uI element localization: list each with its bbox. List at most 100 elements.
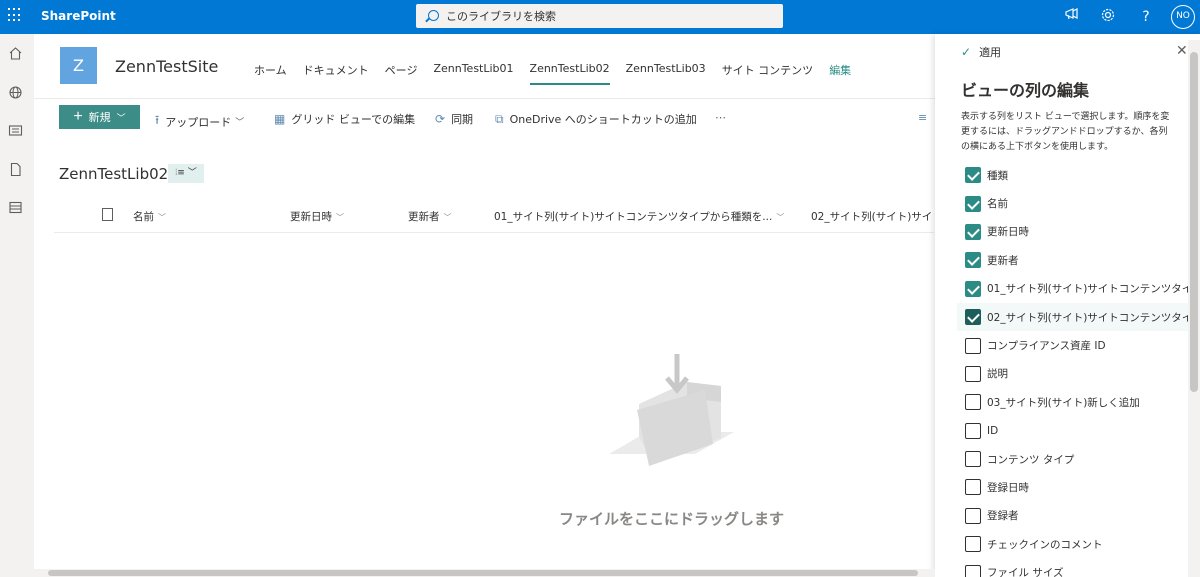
globe-icon[interactable] [8,85,23,100]
column-header-site-column-02[interactable]: 02_サイト列(サイト)サイ [811,209,932,224]
checkbox[interactable] [965,536,981,553]
column-checkbox-label: 更新者 [987,254,1019,267]
column-checkbox-item[interactable]: 更新日時 [957,218,1193,246]
library-title: ZennTestLib02 [59,165,169,183]
column-checkbox-label: コンテンツ タイプ [987,453,1075,466]
command-bar: + 新規 ﹀ ⭱ アップロード ﹀ ▦ グリッド ビューでの編集 ⟳ 同期 ⧉ … [34,98,935,135]
checkbox[interactable] [965,337,981,354]
column-checkbox-label: 登録者 [987,510,1019,523]
view-switcher[interactable]: ⦙≡ ﹀ [168,164,204,183]
home-icon[interactable] [8,46,23,61]
checkbox[interactable] [965,394,981,411]
sync-button[interactable]: ⟳ 同期 [435,111,473,127]
apply-button[interactable]: ✓ 適用 [961,44,1001,60]
upload-button[interactable]: ⭱ アップロード ﹀ [155,111,244,132]
gear-icon[interactable] [1098,7,1118,27]
column-checkbox-item[interactable]: ファイル サイズ [957,558,1193,577]
search-input[interactable] [446,7,766,25]
column-checkbox-label: ID [987,424,999,437]
nav-documents[interactable]: ドキュメント [303,62,369,82]
checkbox[interactable] [965,309,981,326]
column-checkbox-item[interactable]: ID [957,417,1193,445]
app-launcher-icon[interactable] [8,8,22,22]
file-icon[interactable] [8,162,23,177]
search-icon [428,10,439,21]
plus-icon: + [73,108,83,125]
help-icon[interactable]: ? [1136,7,1156,27]
panel-description: 表示する列をリスト ビューで選択します。順序を変更するには、ドラッグアンドドロッ… [961,112,1170,152]
sync-icon: ⟳ [435,112,446,126]
column-checkbox-item[interactable]: 01_サイト列(サイト)サイトコンテンツタイプから種類を [957,275,1193,303]
checkbox[interactable] [965,451,981,468]
checkbox[interactable] [965,252,981,269]
close-icon[interactable]: ✕ [1176,43,1188,59]
scrollbar-thumb[interactable] [1190,52,1198,392]
column-header-label: 01_サイト列(サイト)サイトコンテンツタイプから種類を... [494,211,773,223]
column-checkbox-item[interactable]: 説明 [957,360,1193,388]
drop-files-hint: ファイルをここにドラッグします [559,510,785,528]
column-checkbox-item[interactable]: 登録者 [957,502,1193,530]
column-header-row: 名前 ﹀ 更新日時 ﹀ 更新者 ﹀ 01_サイト列(サイト)サイトコンテンツタイプから… [54,199,934,233]
search-box[interactable] [416,4,783,28]
column-checkbox-item[interactable]: 03_サイト列(サイト)新しく追加 [957,388,1193,416]
vertical-scrollbar[interactable] [1188,40,1200,577]
checkbox[interactable] [965,223,981,240]
column-checkbox-item[interactable]: コンプライアンス資産 ID [957,331,1193,359]
nav-zenntestlib03[interactable]: ZennTestLib03 [626,62,706,82]
list-icon[interactable] [8,200,23,215]
grid-edit-label: グリッド ビューでの編集 [291,113,416,126]
checkbox[interactable] [965,479,981,496]
nav-edit-link[interactable]: 編集 [829,62,851,82]
checkmark-icon: ✓ [961,45,972,59]
checkbox[interactable] [965,365,981,382]
avatar[interactable]: NO [1171,5,1195,29]
nav-zenntestlib02[interactable]: ZennTestLib02 [529,62,610,85]
suite-title[interactable]: SharePoint [41,9,116,23]
horizontal-scrollbar[interactable] [34,569,935,577]
nav-zenntestlib01[interactable]: ZennTestLib01 [433,62,513,82]
checkbox[interactable] [965,195,981,212]
column-checkbox-item[interactable]: 登録日時 [957,473,1193,501]
site-name[interactable]: ZennTestSite [115,57,218,76]
column-checkbox-item[interactable]: コンテンツ タイプ [957,445,1193,473]
column-checkbox-label: 更新日時 [987,226,1029,239]
new-button[interactable]: + 新規 ﹀ [59,105,140,129]
file-type-icon[interactable] [102,208,113,221]
column-header-modified[interactable]: 更新日時 ﹀ [290,209,344,224]
megaphone-icon[interactable] [1062,7,1082,27]
column-header-modified-by[interactable]: 更新者 ﹀ [408,209,452,224]
column-checkbox-item[interactable]: 種類 [957,161,1193,189]
site-navigation: ホーム ドキュメント ページ ZennTestLib01 ZennTestLib… [254,62,867,85]
checkbox[interactable] [965,422,981,439]
column-checkbox-item[interactable]: 名前 [957,189,1193,217]
site-logo[interactable]: Z [60,47,97,84]
more-commands-button[interactable]: ⋯ [715,111,726,124]
edit-view-columns-panel: ✓ 適用 ✕ ビューの列の編集 表示する列をリスト ビューで選択します。順序を変… [935,34,1200,577]
column-header-label: 名前 [133,211,154,223]
scrollbar-thumb[interactable] [48,570,918,576]
column-checkbox-item[interactable]: 02_サイト列(サイト)サイトコンテンツタイプから種類を [957,302,1193,332]
chevron-down-icon: ﹀ [158,213,166,222]
news-icon[interactable] [8,123,23,138]
left-rail [0,34,34,577]
grid-edit-button[interactable]: ▦ グリッド ビューでの編集 [274,111,415,127]
nav-pages[interactable]: ページ [385,62,418,82]
checkbox[interactable] [965,167,981,184]
column-header-name[interactable]: 名前 ﹀ [133,209,166,224]
upload-icon: ⭱ [155,113,160,127]
view-options-icon[interactable]: ≡ [918,111,927,124]
new-button-label: 新規 [88,112,111,124]
chevron-down-icon: ﹀ [443,213,452,222]
nav-home[interactable]: ホーム [254,62,287,82]
column-header-site-column-01[interactable]: 01_サイト列(サイト)サイトコンテンツタイプから種類を... ﹀ [494,209,784,224]
column-checkbox-label: 03_サイト列(サイト)新しく追加 [987,396,1140,409]
nav-site-contents[interactable]: サイト コンテンツ [722,62,814,82]
checkbox[interactable] [965,564,981,577]
column-checkbox-item[interactable]: チェックインのコメント [957,530,1193,558]
shortcut-icon: ⧉ [495,111,504,126]
onedrive-shortcut-button[interactable]: ⧉ OneDrive へのショートカットの追加 [495,111,697,127]
column-checkbox-item[interactable]: 更新者 [957,246,1193,274]
checkbox[interactable] [965,280,981,297]
checkbox[interactable] [965,507,981,524]
column-checkbox-label: 種類 [987,169,1008,182]
